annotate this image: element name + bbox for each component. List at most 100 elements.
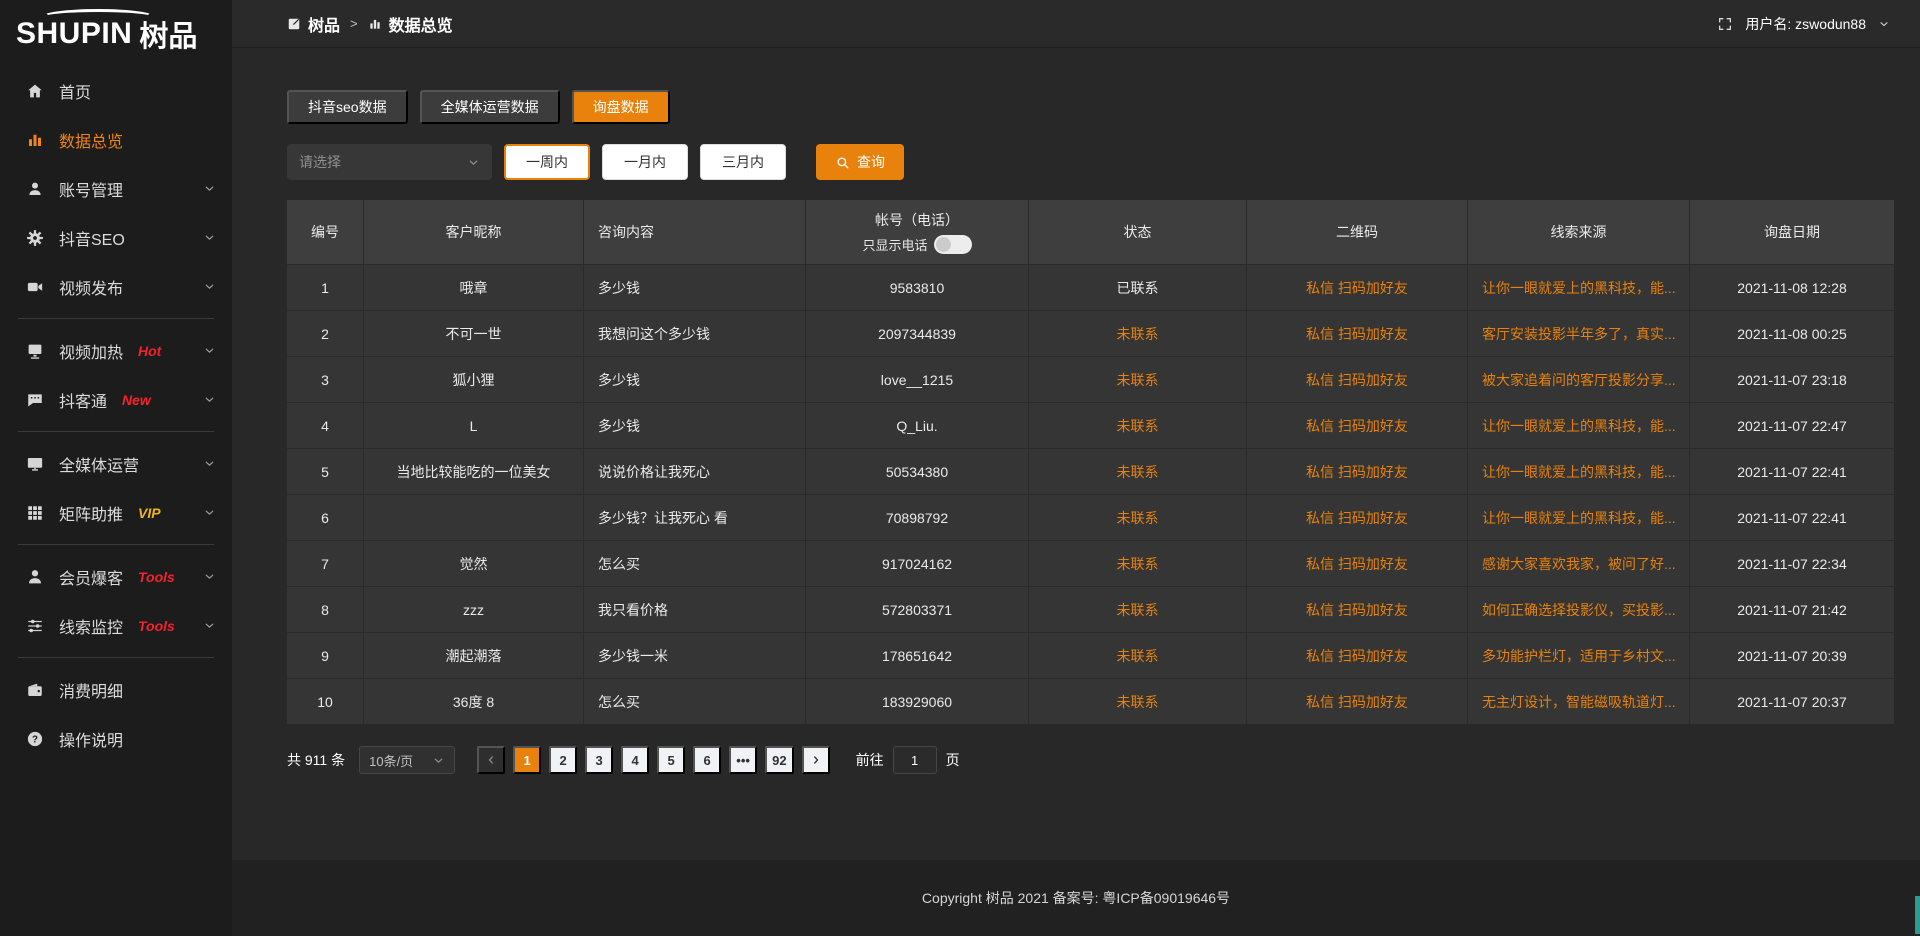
prev-page-button[interactable] [477,746,505,774]
tab-omni-media-data[interactable]: 全媒体运营数据 [420,90,560,124]
cell-qrcode[interactable]: 私信 扫码加好友 [1247,633,1468,678]
sidebar-item-label: 矩阵助推 [59,501,123,525]
cell-source[interactable]: 被大家追着问的客厅投影分享... [1468,357,1690,402]
wallet-icon [26,681,44,699]
tv-icon [26,342,44,360]
pagination: 共 911 条 10条/页 123456•••92 前往 页 [287,746,1894,774]
cell-source[interactable]: 无主灯设计，智能磁吸轨道灯... [1468,679,1690,724]
tab-inquiry-data[interactable]: 询盘数据 [572,90,670,124]
page-button-1[interactable]: 1 [513,746,541,774]
sidebar-menu: 首页数据总览账号管理抖音SEO视频发布视频加热Hot抖客通New 全媒体运营矩阵助… [0,66,232,763]
cell-no: 7 [287,541,364,586]
scrollbar-thumb[interactable] [1915,896,1920,934]
page-size-select[interactable]: 10条/页 [359,746,455,774]
sidebar-item-douketong[interactable]: 抖客通New [0,375,232,424]
sidebar-item-matrix-boost[interactable]: 矩阵助推VIP [0,488,232,537]
sidebar-item-consumption-details[interactable]: 消费明细 [0,665,232,714]
range-button-one-month[interactable]: 一月内 [602,144,688,180]
query-button[interactable]: 查询 [816,144,904,180]
cell-source[interactable]: 让你一眼就爱上的黑科技，能... [1468,265,1690,310]
cell-source[interactable]: 让你一眼就爱上的黑科技，能... [1468,449,1690,494]
filter-select[interactable]: 请选择 [287,144,492,180]
next-page-button[interactable] [802,746,830,774]
goto-page-input[interactable] [893,746,937,774]
member-icon [26,568,44,586]
cell-content: 我只看价格 [584,587,806,632]
cell-qrcode[interactable]: 私信 扫码加好友 [1247,449,1468,494]
table-row: 3狐小狸多少钱love__1215未联系私信 扫码加好友被大家追着问的客厅投影分… [287,356,1894,402]
cell-source[interactable]: 多功能护栏灯，适用于乡村文... [1468,633,1690,678]
cell-qrcode[interactable]: 私信 扫码加好友 [1247,311,1468,356]
cell-qrcode[interactable]: 私信 扫码加好友 [1247,265,1468,310]
chevron-down-icon [203,393,216,406]
tab-douyin-seo-data[interactable]: 抖音seo数据 [287,90,408,124]
cell-qrcode[interactable]: 私信 扫码加好友 [1247,495,1468,540]
cell-source[interactable]: 如何正确选择投影仪，买投影... [1468,587,1690,632]
chevron-down-icon [203,344,216,357]
cell-qrcode[interactable]: 私信 扫码加好友 [1247,587,1468,632]
chevron-down-icon [203,280,216,293]
username-label[interactable]: 用户名: zswodun88 [1745,14,1866,34]
chevron-down-icon[interactable] [1878,18,1890,30]
table-row: 7觉然怎么买917024162未联系私信 扫码加好友感谢大家喜欢我家，被问了好.… [287,540,1894,586]
sidebar-item-lead-monitoring[interactable]: 线索监控Tools [0,601,232,650]
column-header-account: 帐号（电话）只显示电话 [806,200,1029,264]
sidebar-item-data-overview[interactable]: 数据总览 [0,115,232,164]
page-button-6[interactable]: 6 [693,746,721,774]
range-button-three-months[interactable]: 三月内 [700,144,786,180]
page-button-92[interactable]: 92 [765,746,793,774]
menu-badge: New [122,392,151,408]
page-ellipsis-button[interactable]: ••• [729,746,757,774]
svg-text:?: ? [32,734,38,745]
cell-source[interactable]: 让你一眼就爱上的黑科技，能... [1468,403,1690,448]
page-button-4[interactable]: 4 [621,746,649,774]
cell-content: 怎么买 [584,679,806,724]
cell-source[interactable]: 感谢大家喜欢我家，被问了好... [1468,541,1690,586]
sidebar-item-label: 线索监控 [59,614,123,638]
sidebar-item-label: 全媒体运营 [59,452,139,476]
sidebar-item-operation-guide[interactable]: ?操作说明 [0,714,232,763]
cell-no: 3 [287,357,364,402]
table-body: 1哦章多少钱9583810已联系私信 扫码加好友让你一眼就爱上的黑科技，能...… [287,264,1894,724]
sidebar-item-account-management[interactable]: 账号管理 [0,164,232,213]
sidebar-item-video-publish[interactable]: 视频发布 [0,262,232,311]
sidebar-item-label: 会员爆客 [59,565,123,589]
cell-source[interactable]: 客厅安装投影半年多了，真实... [1468,311,1690,356]
cell-content: 多少钱 [584,403,806,448]
sidebar-item-member-baoke[interactable]: 会员爆客Tools [0,552,232,601]
sidebar-item-video-heating[interactable]: 视频加热Hot [0,326,232,375]
cell-status: 未联系 [1029,541,1247,586]
cell-qrcode[interactable]: 私信 扫码加好友 [1247,541,1468,586]
cell-nickname: 狐小狸 [364,357,584,402]
chevron-down-icon [203,506,216,519]
cell-account: Q_Liu. [806,403,1029,448]
cell-content: 多少钱？让我死心 看 [584,495,806,540]
column-header-content: 咨询内容 [584,200,806,264]
cell-source[interactable]: 让你一眼就爱上的黑科技，能... [1468,495,1690,540]
sidebar-item-omni-media-operation[interactable]: 全媒体运营 [0,439,232,488]
cell-qrcode[interactable]: 私信 扫码加好友 [1247,357,1468,402]
page-button-5[interactable]: 5 [657,746,685,774]
menu-divider [18,657,214,658]
cell-content: 说说价格让我死心 [584,449,806,494]
phone-toggle-label: 只显示电话 [862,235,927,254]
sidebar-item-douyin-seo[interactable]: 抖音SEO [0,213,232,262]
cell-no: 4 [287,403,364,448]
table-row: 1哦章多少钱9583810已联系私信 扫码加好友让你一眼就爱上的黑科技，能...… [287,264,1894,310]
cell-no: 5 [287,449,364,494]
sidebar-item-label: 账号管理 [59,177,123,201]
sidebar-item-home[interactable]: 首页 [0,66,232,115]
page-button-2[interactable]: 2 [549,746,577,774]
breadcrumb-root[interactable]: 树品 [308,12,340,36]
toggle-knob [936,237,951,252]
cell-nickname: 36度 8 [364,679,584,724]
fullscreen-icon[interactable] [1717,16,1733,32]
page-button-3[interactable]: 3 [585,746,613,774]
cell-qrcode[interactable]: 私信 扫码加好友 [1247,679,1468,724]
range-button-one-week[interactable]: 一周内 [504,144,590,180]
column-header-qrcode: 二维码 [1247,200,1468,264]
cell-date: 2021-11-07 22:41 [1690,449,1894,494]
cell-qrcode[interactable]: 私信 扫码加好友 [1247,403,1468,448]
phone-only-toggle[interactable] [934,235,972,254]
table-row: 1036度 8怎么买183929060未联系私信 扫码加好友无主灯设计，智能磁吸… [287,678,1894,724]
